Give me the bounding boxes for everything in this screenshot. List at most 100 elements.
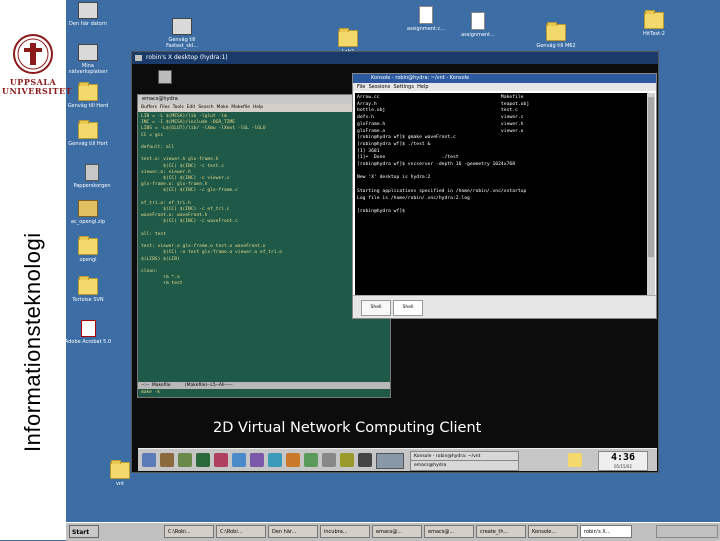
emacs-menu-search[interactable]: Search [198,105,213,110]
konsole-menu-file[interactable]: File [357,84,365,90]
taskbar-task-7[interactable]: create_th... [476,525,526,538]
desktop-icon-assignment-c-1[interactable]: assignment.c... [400,6,452,32]
konsole-scrollbar[interactable] [647,93,655,297]
vnc-window[interactable]: robin's X desktop (hydra:1) emacs@hydra … [131,51,659,473]
emacs-menu-edit[interactable]: Edit [187,105,196,110]
vnc-caption: 2D Virtual Network Computing Client [213,420,482,436]
desktop-icon-fastest-shortcut[interactable]: Genväg till Fastest_skl... [156,18,208,49]
emacs-menu-make[interactable]: Make [217,105,229,110]
help-icon[interactable] [196,453,210,467]
desktop-icon-my-computer[interactable]: Den här datorn [62,2,114,27]
vnc-window-title: robin's X desktop (hydra:1) [146,54,228,61]
text-line: New 'X' desktop is hydra:2 [357,175,431,181]
text-line: dofs.h viewer.c [357,115,524,121]
taskbar-task-4[interactable]: incubra... [320,525,370,538]
remote-kde-panel: Konsole - robin@hydra: ~/vnt emacs@hydra… [138,448,657,471]
konsole-session-bar: Shell Shell [353,295,656,318]
shortcut-folder-icon [78,120,98,139]
text-line [357,202,645,209]
recycle-bin-icon [85,164,99,181]
konsole-window[interactable]: Konsole - robin@hydra: ~/vnt - Konsole F… [352,73,657,319]
taskbar-task-5[interactable]: emacs@... [372,525,422,538]
konsole-menu-help[interactable]: Help [417,84,428,90]
emacs-menu-files[interactable]: Files [160,105,170,110]
folder-icon [110,460,130,479]
remote-trash-icon[interactable] [158,70,172,84]
university-name: UPPSALA UNIVERSITET [2,78,72,96]
folder-icon [546,22,566,41]
taskbar-task-2[interactable]: C:\Robi... [216,525,266,538]
text-line: Starting applications specified in /home… [357,188,527,194]
vertical-title: Informationsteknologi [20,232,45,452]
system-tray[interactable] [656,525,718,538]
acrobat-icon [80,320,96,337]
desktop-pager[interactable] [376,453,404,469]
desktop-icon-ac-opengl-zip[interactable]: ac_opengl.zip [62,200,114,225]
folder-icon[interactable] [568,453,582,467]
desktop-icon-tortoise-svn[interactable]: Tortoise SVN [62,276,114,303]
text-line: [robin@hydra wf]$ gmake waveFront.c [357,135,456,141]
office-icon[interactable] [250,453,264,467]
emacs-minibuffer[interactable]: make -k [138,389,390,397]
text-line: Arrow.cc Makefile [357,95,524,100]
folder-icon [338,28,358,47]
taskbar-task-3[interactable]: Den här... [268,525,318,538]
desktop-icon-network-places[interactable]: Mina nätverksplatser [62,44,114,75]
mail-icon[interactable] [304,453,318,467]
search-icon[interactable] [268,453,282,467]
c-file-icon [471,12,485,30]
computer-icon [78,2,98,19]
editor-icon[interactable] [286,453,300,467]
vnc-titlebar[interactable]: robin's X desktop (hydra:1) [132,52,658,64]
konsole-scroll-thumb[interactable] [648,97,654,257]
emacs-menu-tools[interactable]: Tools [173,105,184,110]
emacs-menu-buffers[interactable]: Buffers [141,105,157,110]
kde-menu-icon[interactable] [142,453,156,467]
emacs-modeline: --:-- Makefile (Makefile)--L5--All----- [138,382,390,389]
zip-icon [78,200,98,217]
desktop-icon-m62-shortcut[interactable]: Genväg till M62 [530,22,582,49]
folder-icon [78,276,98,295]
taskbar-task-6[interactable]: emacs@... [424,525,474,538]
desktop-icon-opengl[interactable]: opengl [62,236,114,263]
remote-task-emacs[interactable]: emacs@hydra [410,460,519,471]
konsole-session-tab[interactable]: Shell [393,300,423,316]
window-shortcut-icon [172,18,192,35]
folder-icon [78,236,98,255]
text-line: [robin@hydra wf]$ [357,208,408,214]
konsole-titlebar[interactable]: Konsole - robin@hydra: ~/vnt - Konsole [353,74,656,83]
browser-icon[interactable] [232,453,246,467]
konsole-menubar: File Sessions Settings Help [353,83,656,91]
lock-icon[interactable] [358,453,372,467]
c-file-icon [419,6,433,24]
text-line: glxFrame.h viewer.h [357,121,524,127]
konsole-new-session-button[interactable]: Shell [361,300,391,316]
shortcut-folder-icon [78,82,98,101]
taskbar-task-1[interactable]: C:\Robi... [164,525,214,538]
desktop-icon-herd-shortcut[interactable]: Genväg till Herd [62,82,114,109]
desktop-icon-hort-shortcut[interactable]: Genväg till Hort [62,120,114,147]
remote-clock: 4:36 05/15/02 [598,451,648,471]
emacs-menu-help[interactable]: Help [253,105,263,110]
konsole-menu-settings[interactable]: Settings [393,84,414,90]
windows-taskbar: Start C:\Robi... C:\Robi... Den här... i… [66,522,720,541]
desktop-icon-recycle-bin[interactable]: Papperskorgen [66,164,118,189]
sidebar: UPPSALA UNIVERSITET Informationsteknolog… [0,0,72,540]
start-button[interactable]: Start [69,525,99,538]
taskbar-task-9[interactable]: robin's X... [580,525,632,538]
emacs-menu-makefile[interactable]: Makefile [231,105,250,110]
desktop-icon-hittest-2[interactable]: HitTest-2 [628,10,680,37]
text-line: [robin@hydra wf]$ vncserver -depth 16 -g… [357,162,516,168]
konsole-menu-sessions[interactable]: Sessions [369,84,391,90]
taskbar-task-8[interactable]: Konsole... [528,525,578,538]
tools-icon[interactable] [340,453,354,467]
folder-icon [644,10,664,29]
terminal-icon[interactable] [178,453,192,467]
konsole-terminal[interactable]: Arrow.cc Makefile Array.h teapot.obj bottl… [355,93,647,297]
home-folder-icon[interactable] [160,453,174,467]
settings-icon[interactable] [322,453,336,467]
desktop-icon-assignment-c-2[interactable]: assignment... [452,12,504,38]
control-center-icon[interactable] [214,453,228,467]
desktop-icon-adobe-acrobat[interactable]: Adobe Acrobat 5.0 [62,320,114,345]
text-line: [robin@hydra wf]$ ./test & [357,141,431,147]
